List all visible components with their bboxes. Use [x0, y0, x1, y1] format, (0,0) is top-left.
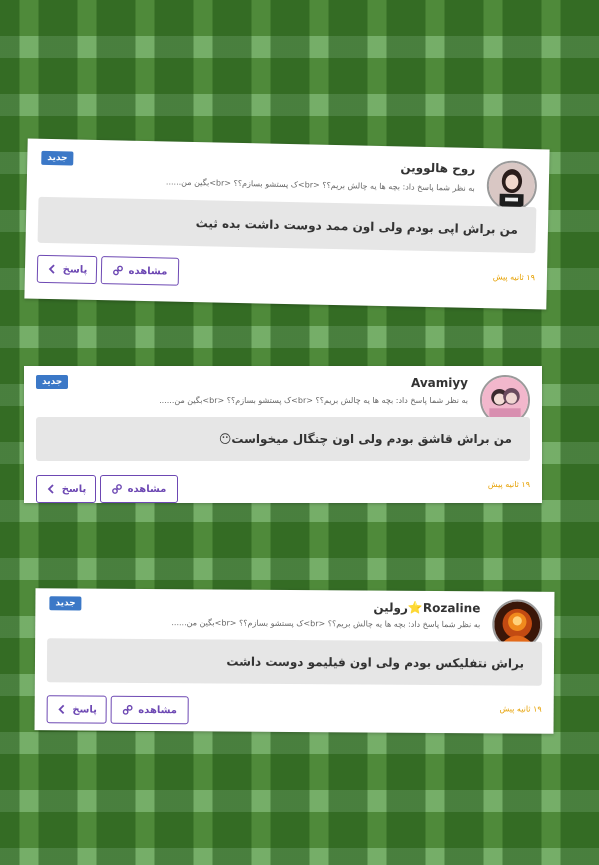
view-button[interactable]: مشاهده [110, 695, 189, 725]
reply-button[interactable]: پاسخ [36, 475, 96, 503]
reply-button[interactable]: پاسخ [46, 695, 107, 724]
notification-text: به نظر شما پاسخ داد: بچه ها یه چالش بریم… [165, 177, 475, 193]
view-button-label: مشاهده [138, 704, 178, 716]
comment-text: براش نتفلیکس بودم ولی اون فیلیمو دوست دا… [46, 638, 543, 686]
view-button[interactable]: مشاهده [100, 475, 178, 503]
timestamp: ۱۹ ثانیه پیش [492, 272, 536, 283]
username[interactable]: روح هالووین [400, 160, 475, 176]
chevron-left-icon [47, 264, 57, 274]
avatar[interactable] [486, 160, 538, 212]
reply-button[interactable]: پاسخ [36, 254, 98, 285]
new-badge: جدید [36, 375, 69, 389]
link-icon [112, 265, 123, 276]
view-button[interactable]: مشاهده [100, 256, 180, 286]
comment-text: من براش اپی بودم ولی اون ممد دوست داشت ب… [37, 196, 537, 254]
new-badge: جدید [49, 596, 82, 611]
view-button-label: مشاهده [127, 483, 167, 495]
username[interactable]: Avamiyy [411, 376, 468, 390]
chevron-left-icon [56, 704, 66, 715]
reply-button-label: پاسخ [62, 263, 88, 276]
link-icon [122, 704, 133, 715]
link-icon [111, 484, 122, 494]
comment-text: من براش قاشق بودم ولی اون چنگال میخواست😶 [36, 417, 530, 461]
avatar-image [488, 162, 536, 210]
username[interactable]: Rozaline⭐رولین [373, 601, 480, 616]
notification-text: به نظر شما پاسخ داد: بچه ها یه چالش بریم… [159, 396, 468, 405]
timestamp: ۱۹ ثانیه پیش [499, 704, 542, 714]
reply-button-label: پاسخ [61, 483, 87, 495]
reply-button-label: پاسخ [72, 703, 97, 716]
notification-card: Rozaline⭐رولین جدید به نظر شما پاسخ داد:… [34, 588, 555, 734]
notification-card: Avamiyy جدید به نظر شما پاسخ داد: بچه ها… [24, 366, 542, 503]
notification-text: به نظر شما پاسخ داد: بچه ها یه چالش بریم… [171, 618, 481, 630]
new-badge: جدید [41, 150, 74, 166]
chevron-left-icon [46, 484, 56, 494]
notification-card: روح هالووین جدید به نظر شما پاسخ داد: بچ… [24, 138, 550, 310]
view-button-label: مشاهده [128, 265, 168, 278]
timestamp: ۱۹ ثانیه پیش [487, 480, 530, 489]
